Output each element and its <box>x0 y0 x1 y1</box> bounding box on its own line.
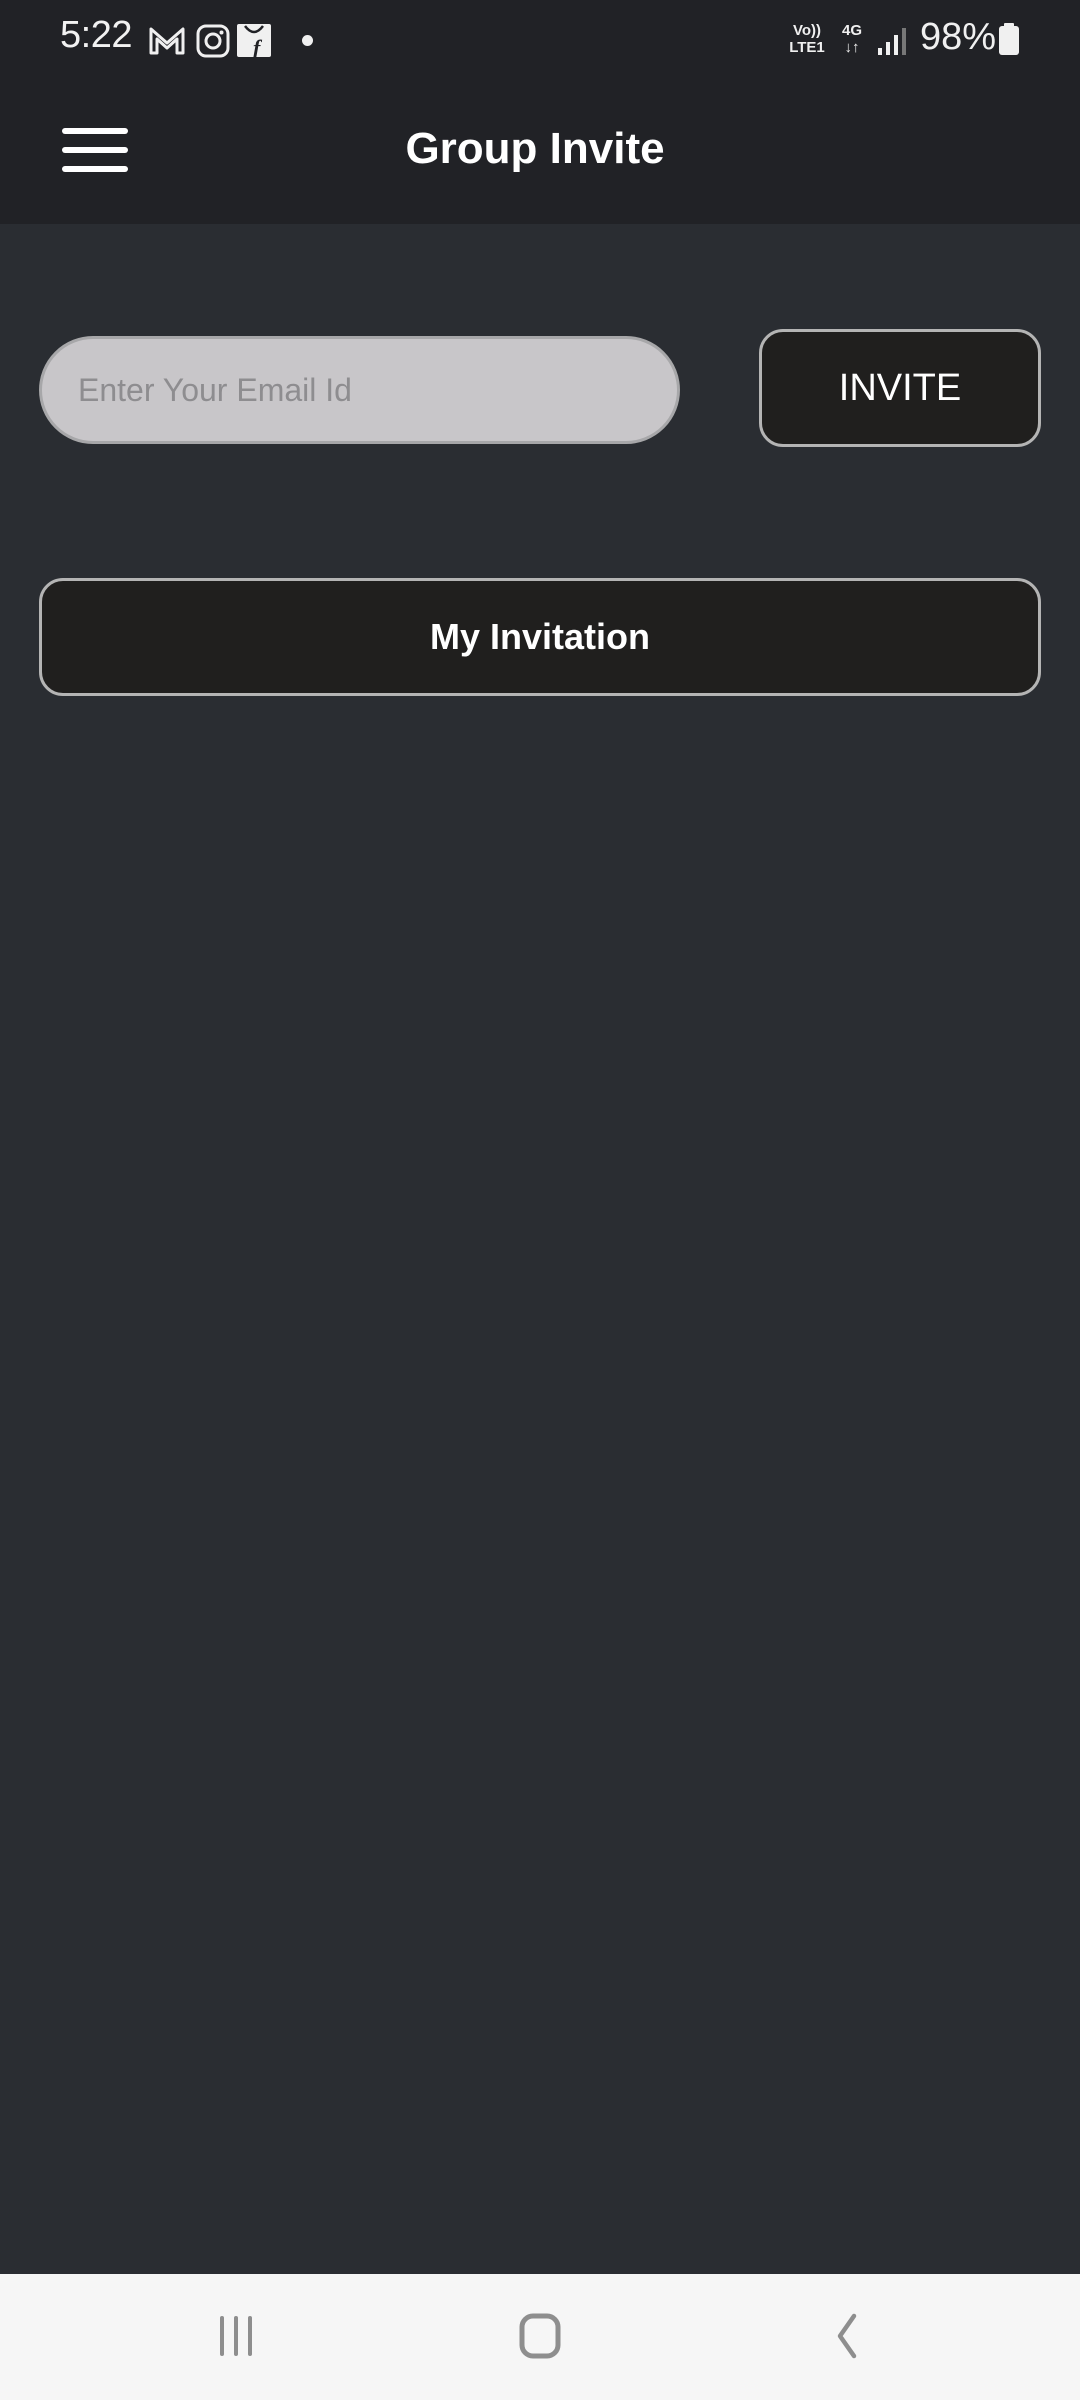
status-time: 5:22 <box>60 14 132 56</box>
status-bar: 5:22 f Vo)) LTE1 4G ↓↑ 98% <box>0 0 1080 80</box>
gmail-icon <box>149 27 185 55</box>
app-bar: Group Invite <box>0 80 1080 224</box>
battery-percent: 98% <box>920 16 997 58</box>
lte-label: LTE1 <box>789 39 825 56</box>
battery-icon <box>999 23 1019 55</box>
network-type-label: 4G <box>841 22 862 39</box>
page-title: Group Invite <box>405 124 665 173</box>
instagram-icon <box>196 24 230 58</box>
home-icon[interactable] <box>490 2302 590 2372</box>
volte-indicator: Vo)) LTE1 <box>786 22 828 56</box>
more-notifications-dot <box>302 35 313 46</box>
email-input[interactable] <box>39 336 680 444</box>
invite-button[interactable]: INVITE <box>759 329 1041 447</box>
main-content: INVITE My Invitation <box>0 224 1080 2274</box>
flipkart-icon: f <box>237 24 271 58</box>
system-nav-bar <box>0 2274 1080 2400</box>
my-invitation-button[interactable]: My Invitation <box>39 578 1041 696</box>
back-icon[interactable] <box>792 2302 892 2372</box>
recent-apps-icon[interactable] <box>186 2302 286 2372</box>
signal-icon <box>878 28 906 55</box>
volte-label: Vo)) <box>792 22 822 39</box>
data-arrows-icon: ↓↑ <box>844 39 860 56</box>
network-indicator: 4G ↓↑ <box>838 22 866 56</box>
